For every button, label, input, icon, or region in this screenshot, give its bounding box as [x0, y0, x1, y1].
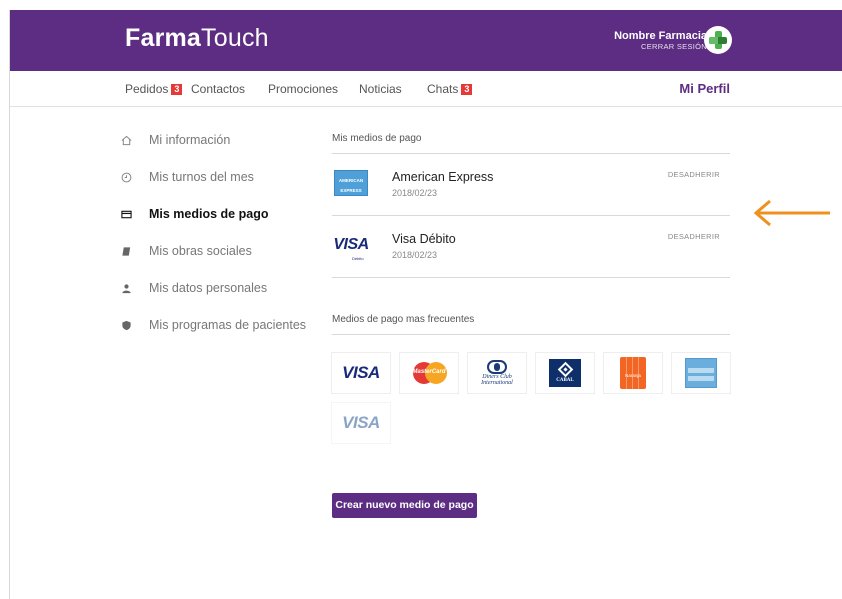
unlink-button[interactable]: DESADHERIR	[668, 170, 720, 179]
pharmacy-info: Nombre Farmacia CERRAR SESIÓN	[614, 30, 707, 52]
diners-logo: Diners Club International	[481, 360, 513, 386]
divider	[332, 153, 730, 154]
amex-logo: AMERICAN EXPRESS	[332, 164, 370, 202]
main-nav: Pedidos 3 Contactos Promociones Noticias …	[10, 71, 842, 107]
nav-item-contactos[interactable]: Contactos	[191, 82, 245, 96]
visa-card-option[interactable]: VISA	[332, 353, 390, 393]
sidebar-item-label: Mis programas de pacientes	[149, 318, 307, 332]
naranja-logo: Naranja	[620, 357, 646, 389]
mastercard-logo: MasterCard	[411, 362, 447, 384]
logout-link[interactable]: CERRAR SESIÓN	[614, 42, 707, 52]
sidebar-item-mi-informacion[interactable]: Mi información	[120, 133, 230, 147]
amex-card-option[interactable]	[672, 353, 730, 393]
visa-debit-logo: VISA	[342, 413, 380, 432]
home-icon	[120, 134, 132, 146]
nav-item-label: Pedidos	[125, 82, 169, 96]
divider	[332, 215, 730, 216]
mastercard-card-option[interactable]: MasterCard	[400, 353, 458, 393]
nav-item-label: Contactos	[191, 82, 246, 96]
sidebar-item-label: Mis datos personales	[149, 281, 268, 295]
sidebar-item-label: Mis medios de pago	[149, 207, 269, 221]
unlink-button[interactable]: DESADHERIR	[668, 232, 720, 241]
sidebar-item-mis-obras-sociales[interactable]: Mis obras sociales	[120, 244, 252, 258]
cabal-card-option[interactable]: CABAL	[536, 353, 594, 393]
payment-method-row: AMERICAN EXPRESS American Express 2018/02…	[332, 164, 730, 226]
person-icon	[120, 282, 132, 294]
sidebar-item-label: Mi información	[149, 133, 231, 147]
sidebar-item-label: Mis turnos del mes	[149, 170, 254, 184]
amex-logo	[685, 358, 717, 388]
sidebar-item-mis-programas[interactable]: Mis programas de pacientes	[120, 318, 306, 332]
nav-item-label: Noticias	[359, 82, 402, 96]
payment-method-row: VISA Débito Visa Débito 2018/02/23 DESAD…	[332, 226, 730, 288]
cabal-logo: CABAL	[549, 359, 581, 387]
create-payment-method-button[interactable]: Crear nuevo medio de pago	[332, 493, 477, 518]
divider	[332, 334, 730, 335]
nav-item-promociones[interactable]: Promociones	[268, 82, 338, 96]
clock-icon	[120, 171, 132, 183]
credit-card-icon	[120, 208, 132, 220]
brand-logo-light: Touch	[201, 24, 269, 52]
sidebar-item-mis-datos-personales[interactable]: Mis datos personales	[120, 281, 267, 295]
profile-link[interactable]: Mi Perfil	[679, 81, 730, 96]
payment-method-name: Visa Débito	[392, 232, 456, 246]
nav-item-label: Chats	[427, 82, 459, 96]
sidebar-item-label: Mis obras sociales	[149, 244, 252, 258]
top-header: FarmaTouch Nombre Farmacia CERRAR SESIÓN	[10, 10, 842, 71]
naranja-card-option[interactable]: Naranja	[604, 353, 662, 393]
frequent-payment-methods-title: Medios de pago mas frecuentes	[332, 314, 475, 325]
pharmacy-name: Nombre Farmacia	[614, 30, 707, 42]
my-payment-methods-title: Mis medios de pago	[332, 133, 422, 144]
book-icon	[120, 245, 132, 257]
app-frame: FarmaTouch Nombre Farmacia CERRAR SESIÓN…	[9, 10, 842, 599]
diners-card-option[interactable]: Diners Club International	[468, 353, 526, 393]
nav-item-label: Promociones	[268, 82, 339, 96]
nav-item-pedidos[interactable]: Pedidos 3	[125, 82, 183, 96]
divider	[332, 277, 730, 278]
shield-icon	[120, 319, 132, 331]
pharmacy-cross-icon[interactable]	[704, 26, 732, 54]
annotation-arrow-icon	[753, 199, 830, 227]
notification-badge: 3	[461, 84, 473, 95]
sidebar-item-mis-turnos[interactable]: Mis turnos del mes	[120, 170, 254, 184]
brand-logo-bold: Farma	[125, 24, 202, 52]
nav-item-chats[interactable]: Chats 3	[427, 82, 473, 96]
sidebar-item-mis-medios-de-pago[interactable]: Mis medios de pago	[120, 207, 268, 221]
visa-logo: VISA	[342, 363, 380, 382]
visa-debit-card-option[interactable]: VISA	[332, 403, 390, 443]
visa-debit-logo: VISA Débito	[333, 236, 369, 261]
brand-logo[interactable]: FarmaTouch	[125, 24, 269, 53]
payment-method-date: 2018/02/23	[392, 188, 438, 198]
payment-method-date: 2018/02/23	[392, 250, 438, 260]
nav-item-noticias[interactable]: Noticias	[359, 82, 402, 96]
payment-method-name: American Express	[392, 170, 494, 184]
notification-badge: 3	[171, 84, 183, 95]
